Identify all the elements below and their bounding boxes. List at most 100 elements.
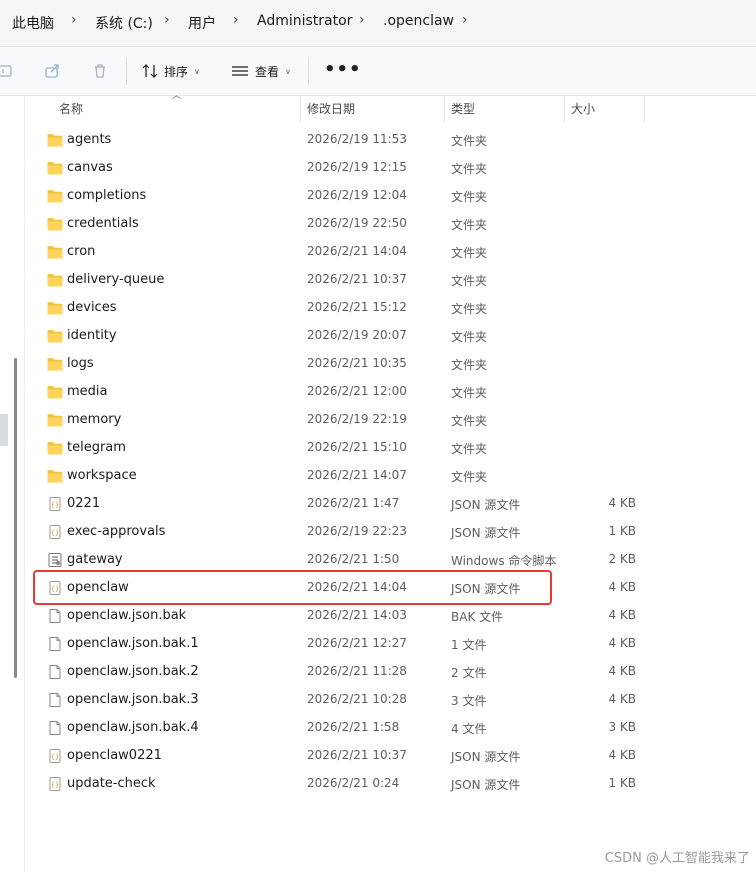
file-name: gateway [67, 552, 123, 567]
file-date: 2026/2/19 11:53 [307, 132, 407, 146]
file-row-completions[interactable]: completions 2026/2/19 12:04 文件夹 [42, 182, 642, 210]
file-row-openclaw0221[interactable]: {} openclaw0221 2026/2/21 10:37 JSON 源文件 4 K… [42, 742, 642, 770]
column-header-type[interactable]: 类型 [451, 100, 475, 117]
chevron-right-icon[interactable]: › [71, 12, 77, 28]
nav-scrollbar[interactable] [14, 358, 17, 678]
breadcrumb-c-drive[interactable]: 系统 (C:) [95, 13, 153, 33]
chevron-right-icon[interactable]: › [164, 12, 170, 28]
file-type: 文件夹 [451, 134, 488, 148]
delete-icon[interactable] [91, 62, 109, 80]
chevron-right-icon[interactable]: › [359, 12, 365, 28]
file-icon [47, 720, 63, 735]
file-row-openclaw-json-bak-3[interactable]: openclaw.json.bak.3 2026/2/21 10:28 3 文件 4 … [42, 686, 642, 714]
file-type: 4 文件 [451, 722, 487, 736]
file-date: 2026/2/21 10:37 [307, 272, 407, 286]
json-file-icon: {} [47, 776, 63, 791]
file-row-identity[interactable]: identity 2026/2/19 20:07 文件夹 [42, 322, 642, 350]
chevron-right-icon[interactable]: › [462, 12, 468, 28]
file-size: 4 KB [608, 748, 636, 762]
file-row-canvas[interactable]: canvas 2026/2/19 12:15 文件夹 [42, 154, 642, 182]
file-name: openclaw.json.bak.2 [67, 664, 199, 679]
file-name: 0221 [67, 496, 101, 511]
file-name: openclaw.json.bak [67, 608, 187, 623]
breadcrumb-users[interactable]: 用户 [188, 13, 216, 33]
column-header-name[interactable]: 名称 [59, 100, 83, 117]
breadcrumb-this-pc[interactable]: 此电脑 [12, 13, 54, 33]
file-row-workspace[interactable]: workspace 2026/2/21 14:07 文件夹 [42, 462, 642, 490]
file-type: 2 文件 [451, 666, 487, 680]
file-row-openclaw-json-bak-1[interactable]: openclaw.json.bak.1 2026/2/21 12:27 1 文件 4 … [42, 630, 642, 658]
folder-icon [47, 188, 63, 203]
breadcrumb-openclaw[interactable]: .openclaw [383, 13, 454, 29]
chevron-down-icon: ∨ [285, 66, 291, 76]
chevron-down-icon: ∨ [194, 66, 200, 76]
file-size: 4 KB [608, 692, 636, 706]
file-row-memory[interactable]: memory 2026/2/19 22:19 文件夹 [42, 406, 642, 434]
file-name: completions [67, 188, 147, 203]
folder-icon [47, 132, 63, 147]
file-row-logs[interactable]: logs 2026/2/21 10:35 文件夹 [42, 350, 642, 378]
column-divider[interactable] [644, 96, 645, 122]
file-date: 2026/2/19 22:50 [307, 216, 407, 230]
file-date: 2026/2/21 12:27 [307, 636, 407, 650]
file-date: 2026/2/21 15:12 [307, 300, 407, 314]
column-divider[interactable] [300, 96, 301, 122]
toolbar-divider [308, 57, 309, 85]
file-date: 2026/2/21 14:04 [307, 244, 407, 258]
file-row-cron[interactable]: cron 2026/2/21 14:04 文件夹 [42, 238, 642, 266]
file-row-openclaw-json-bak-2[interactable]: openclaw.json.bak.2 2026/2/21 11:28 2 文件 4 … [42, 658, 642, 686]
file-row-agents[interactable]: agents 2026/2/19 11:53 文件夹 [42, 126, 642, 154]
file-row-exec-approvals[interactable]: {} exec-approvals 2026/2/19 22:23 JSON 源文件 1… [42, 518, 642, 546]
nav-selected-item[interactable] [0, 414, 8, 446]
file-type: 文件夹 [451, 274, 488, 288]
file-row-media[interactable]: media 2026/2/21 12:00 文件夹 [42, 378, 642, 406]
file-row-delivery-queue[interactable]: delivery-queue 2026/2/21 10:37 文件夹 [42, 266, 642, 294]
file-name: memory [67, 412, 122, 427]
file-size: 4 KB [608, 496, 636, 510]
file-row-openclaw-json-bak[interactable]: openclaw.json.bak 2026/2/21 14:03 BAK 文件 4 … [42, 602, 642, 630]
view-button[interactable]: 查看 ∨ [231, 61, 291, 81]
share-icon[interactable] [44, 62, 62, 80]
file-size: 4 KB [608, 636, 636, 650]
file-date: 2026/2/21 14:07 [307, 468, 407, 482]
file-row-devices[interactable]: devices 2026/2/21 15:12 文件夹 [42, 294, 642, 322]
file-type: 文件夹 [451, 190, 488, 204]
file-date: 2026/2/21 14:03 [307, 608, 407, 622]
column-divider[interactable] [444, 96, 445, 122]
folder-icon [47, 440, 63, 455]
file-row-openclaw-json-bak-4[interactable]: openclaw.json.bak.4 2026/2/21 1:58 4 文件 3 K… [42, 714, 642, 742]
file-name: workspace [67, 468, 137, 483]
file-date: 2026/2/19 22:19 [307, 412, 407, 426]
file-type: 文件夹 [451, 246, 488, 260]
file-name: openclaw0221 [67, 748, 162, 763]
address-bar: 此电脑 › 系统 (C:) › 用户 › Administrator › .op… [0, 0, 756, 47]
file-name: cron [67, 244, 96, 259]
column-header-size[interactable]: 大小 [571, 100, 595, 117]
file-type: 文件夹 [451, 302, 488, 316]
file-type: 文件夹 [451, 386, 488, 400]
file-date: 2026/2/21 10:35 [307, 356, 407, 370]
file-date: 2026/2/19 22:23 [307, 524, 407, 538]
rename-icon[interactable] [0, 62, 14, 80]
command-bar: 排序 ∨ 查看 ∨ ••• [0, 47, 756, 96]
column-header-date[interactable]: 修改日期 [307, 100, 355, 117]
folder-icon [47, 412, 63, 427]
file-type: 1 文件 [451, 638, 487, 652]
file-type: 文件夹 [451, 162, 488, 176]
file-row-0221[interactable]: {} 0221 2026/2/21 1:47 JSON 源文件 4 KB [42, 490, 642, 518]
file-type: 文件夹 [451, 330, 488, 344]
file-date: 2026/2/19 12:15 [307, 160, 407, 174]
file-icon [47, 664, 63, 679]
chevron-right-icon[interactable]: › [233, 12, 239, 28]
file-type: JSON 源文件 [451, 750, 521, 764]
column-divider[interactable] [564, 96, 565, 122]
more-options-button[interactable]: ••• [324, 59, 362, 80]
file-row-telegram[interactable]: telegram 2026/2/21 15:10 文件夹 [42, 434, 642, 462]
svg-text:{}: {} [51, 529, 59, 537]
file-date: 2026/2/21 15:10 [307, 440, 407, 454]
breadcrumb-administrator[interactable]: Administrator [257, 13, 352, 29]
file-row-update-check[interactable]: {} update-check 2026/2/21 0:24 JSON 源文件 1 KB [42, 770, 642, 798]
file-name: delivery-queue [67, 272, 165, 287]
sort-button[interactable]: 排序 ∨ [142, 61, 200, 81]
file-row-credentials[interactable]: credentials 2026/2/19 22:50 文件夹 [42, 210, 642, 238]
